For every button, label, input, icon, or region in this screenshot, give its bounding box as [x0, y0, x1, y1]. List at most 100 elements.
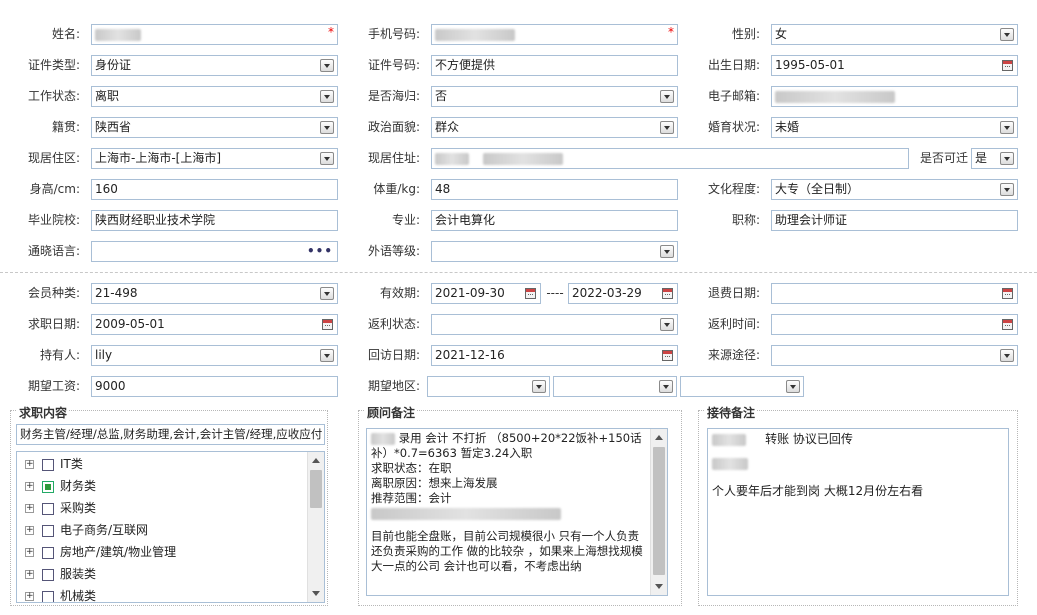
- expand-icon[interactable]: +: [25, 482, 34, 491]
- chevron-down-icon[interactable]: [660, 318, 674, 331]
- calendar-icon[interactable]: [662, 350, 673, 361]
- refund-date-field[interactable]: [771, 283, 1018, 304]
- phone-field[interactable]: *: [431, 24, 678, 45]
- address-field[interactable]: [431, 148, 909, 169]
- expand-icon[interactable]: +: [25, 526, 34, 535]
- source-select[interactable]: [771, 345, 1018, 366]
- area-province-select[interactable]: [427, 376, 550, 397]
- calendar-icon[interactable]: [1002, 60, 1013, 71]
- workstatus-select[interactable]: 离职: [91, 86, 338, 107]
- checkbox[interactable]: [42, 458, 54, 471]
- area-district-select[interactable]: [680, 376, 804, 397]
- scrollbar[interactable]: [307, 452, 324, 602]
- calendar-icon[interactable]: [322, 319, 333, 330]
- advisor-notes-textarea[interactable]: 录用 会计 不打折 （8500+20*22饭补+150话补）*0.7=6363 …: [366, 428, 668, 596]
- visit-date-field[interactable]: 2021-12-16: [431, 345, 678, 366]
- job-category-tree[interactable]: + IT类 + 财务类 + 采购类 + 电子商务/互联网 + 房地产/建筑/物业管理 + 服装类 + 机械…: [16, 451, 325, 603]
- chevron-down-icon[interactable]: [660, 245, 674, 258]
- birth-date-field[interactable]: 1995-05-01: [771, 55, 1018, 76]
- checkbox[interactable]: [42, 502, 54, 515]
- chevron-down-icon[interactable]: [320, 90, 334, 103]
- valid-to-field[interactable]: 2022-03-29: [568, 283, 678, 304]
- chevron-down-icon[interactable]: [1000, 28, 1014, 41]
- calendar-icon[interactable]: [662, 288, 673, 299]
- tree-item[interactable]: + 服装类: [25, 564, 96, 584]
- foreign-label: 外语等级:: [367, 244, 420, 258]
- area-city-select[interactable]: [553, 376, 677, 397]
- chevron-down-icon[interactable]: [1000, 121, 1014, 134]
- checkbox[interactable]: [42, 524, 54, 537]
- job-summary-field[interactable]: 财务主管/经理/总监,财务助理,会计,会计主管/经理,应收应付: [16, 424, 325, 445]
- weight-field[interactable]: 48: [431, 179, 678, 200]
- jobdate-field[interactable]: 2009-05-01: [91, 314, 338, 335]
- expand-icon[interactable]: +: [25, 570, 34, 579]
- chevron-down-icon[interactable]: [660, 90, 674, 103]
- chevron-down-icon[interactable]: [786, 380, 800, 393]
- chevron-down-icon[interactable]: [320, 349, 334, 362]
- more-icon[interactable]: •••: [307, 242, 333, 261]
- rebate-status-select[interactable]: [431, 314, 678, 335]
- chevron-down-icon[interactable]: [660, 121, 674, 134]
- title-field[interactable]: 助理会计师证: [771, 210, 1018, 231]
- scroll-thumb[interactable]: [310, 470, 322, 508]
- chevron-down-icon[interactable]: [320, 287, 334, 300]
- scroll-thumb[interactable]: [653, 447, 665, 575]
- height-field[interactable]: 160: [91, 179, 338, 200]
- scrollbar[interactable]: [650, 429, 667, 595]
- political-select[interactable]: 群众: [431, 117, 678, 138]
- checkbox[interactable]: [42, 568, 54, 581]
- idtype-select[interactable]: 身份证: [91, 55, 338, 76]
- calendar-icon[interactable]: [525, 288, 536, 299]
- marital-select[interactable]: 未婚: [771, 117, 1018, 138]
- tree-item[interactable]: + 机械类: [25, 586, 96, 602]
- valid-from-field[interactable]: 2021-09-30: [431, 283, 541, 304]
- expand-icon[interactable]: +: [25, 592, 34, 601]
- chevron-down-icon[interactable]: [659, 380, 673, 393]
- idno-field[interactable]: 不方便提供: [431, 55, 678, 76]
- calendar-icon[interactable]: [1002, 288, 1013, 299]
- checkbox[interactable]: [42, 546, 54, 559]
- chevron-down-icon[interactable]: [320, 152, 334, 165]
- chevron-down-icon[interactable]: [320, 121, 334, 134]
- scroll-down-icon[interactable]: [655, 584, 663, 589]
- holder-select[interactable]: lily: [91, 345, 338, 366]
- relocate-select[interactable]: 是: [971, 148, 1018, 169]
- scroll-down-icon[interactable]: [312, 591, 320, 596]
- expand-icon[interactable]: +: [25, 504, 34, 513]
- expand-icon[interactable]: +: [25, 460, 34, 469]
- native-select[interactable]: 陕西省: [91, 117, 338, 138]
- major-field[interactable]: 会计电算化: [431, 210, 678, 231]
- chevron-down-icon[interactable]: [1000, 152, 1014, 165]
- school-field[interactable]: 陕西财经职业技术学院: [91, 210, 338, 231]
- email-field[interactable]: [771, 86, 1018, 107]
- rebate-time-field[interactable]: [771, 314, 1018, 335]
- region-select[interactable]: 上海市-上海市-[上海市]: [91, 148, 338, 169]
- checkbox[interactable]: [42, 480, 54, 493]
- gender-select[interactable]: 女: [771, 24, 1018, 45]
- name-field[interactable]: *: [91, 24, 338, 45]
- member-type-select[interactable]: 21-498: [91, 283, 338, 304]
- chevron-down-icon[interactable]: [1000, 183, 1014, 196]
- salary-field[interactable]: 9000: [91, 376, 338, 397]
- education-select[interactable]: 大专（全日制）: [771, 179, 1018, 200]
- tree-item[interactable]: + IT类: [25, 454, 83, 474]
- tree-item[interactable]: + 采购类: [25, 498, 96, 518]
- calendar-icon[interactable]: [1002, 319, 1013, 330]
- member-type-value: 21-498: [95, 286, 138, 300]
- scroll-up-icon[interactable]: [655, 435, 663, 440]
- chevron-down-icon[interactable]: [320, 59, 334, 72]
- tree-item[interactable]: + 房地产/建筑/物业管理: [25, 542, 176, 562]
- area-label: 期望地区:: [367, 379, 420, 393]
- expand-icon[interactable]: +: [25, 548, 34, 557]
- chevron-down-icon[interactable]: [1000, 349, 1014, 362]
- scroll-up-icon[interactable]: [312, 458, 320, 463]
- tree-item[interactable]: + 财务类: [25, 476, 96, 496]
- weight-label: 体重/kg:: [373, 182, 420, 196]
- checkbox[interactable]: [42, 590, 54, 602]
- reception-notes-textarea[interactable]: 转账 协议已回传 个人要年后才能到岗 大概12月份左右看: [707, 428, 1009, 596]
- overseas-select[interactable]: 否: [431, 86, 678, 107]
- tree-item[interactable]: + 电子商务/互联网: [25, 520, 148, 540]
- foreign-select[interactable]: [431, 241, 678, 262]
- language-field[interactable]: •••: [91, 241, 338, 262]
- chevron-down-icon[interactable]: [532, 380, 546, 393]
